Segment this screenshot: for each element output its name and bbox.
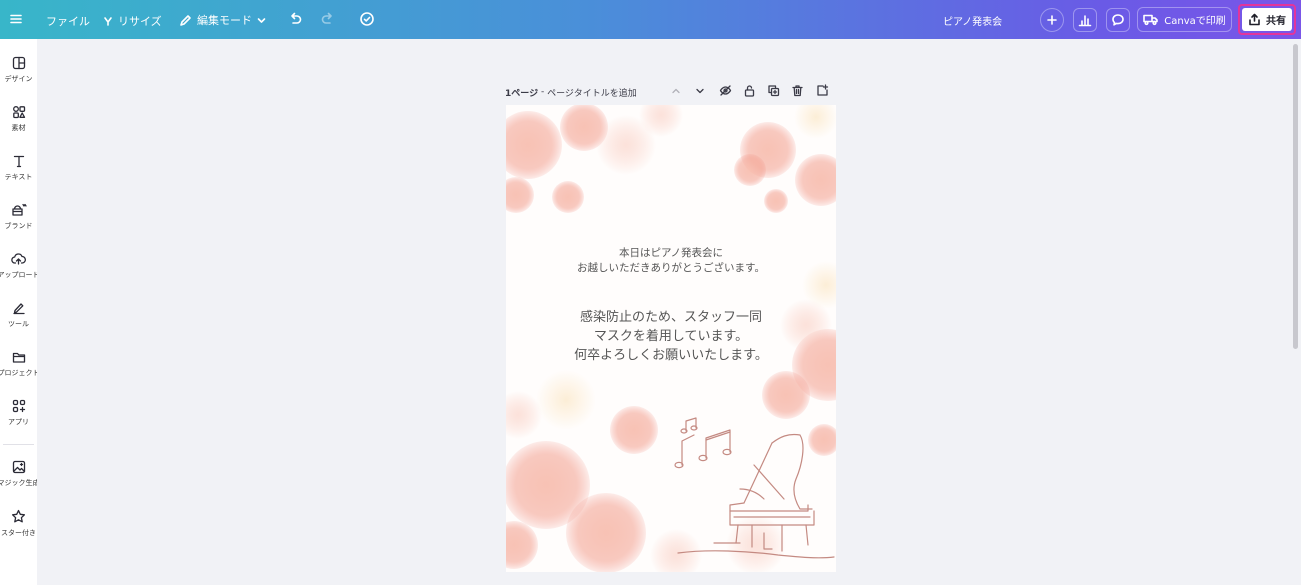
file-menu-label: ファイル	[46, 15, 90, 28]
resize-button[interactable]: リサイズ	[103, 13, 162, 29]
sidebar-item-label: アップロード	[0, 271, 37, 279]
file-menu-button[interactable]: ファイル	[46, 13, 90, 29]
add-collaborator-button[interactable]	[1040, 7, 1064, 32]
star-icon	[11, 509, 26, 523]
folder-icon	[12, 352, 25, 363]
resize-icon	[104, 17, 112, 26]
print-label: Canvaで印刷	[1164, 16, 1226, 27]
sidebar-item-label: ツール	[8, 320, 29, 328]
design-canvas-page[interactable]: 本日はピアノ発表会に お越しいただきありがとうございます。 感染防止のため、スタ…	[506, 105, 836, 572]
chevron-down-icon	[257, 17, 266, 23]
magic-image-icon	[12, 460, 25, 474]
truck-icon	[1143, 14, 1159, 26]
pencil-icon	[180, 14, 191, 26]
document-title[interactable]: ピアノ発表会	[943, 13, 1002, 28]
chevron-up-icon[interactable]	[670, 85, 682, 100]
page-header: 1ページ - ページタイトルを追加	[505, 84, 836, 100]
upload-cloud-icon	[11, 253, 26, 265]
sidebar-item-design[interactable]: デザイン	[0, 52, 37, 100]
sidebar-item-label: ブランド	[4, 222, 33, 230]
chevron-down-icon[interactable]	[694, 85, 706, 100]
apps-icon	[12, 399, 25, 413]
share-button[interactable]: 共有	[1238, 4, 1296, 35]
sidebar-item-label: スター付き	[1, 529, 36, 537]
cloud-check-icon[interactable]	[359, 11, 375, 27]
piano-line-art[interactable]	[674, 403, 836, 572]
sidebar-item-label: デザイン	[4, 75, 33, 83]
undo-icon[interactable]	[288, 11, 303, 26]
duplicate-icon[interactable]	[767, 84, 780, 100]
notice-line-3: 何卒よろしくお願いいたします。	[574, 348, 768, 363]
add-page-icon[interactable]	[816, 84, 829, 100]
hamburger-icon[interactable]	[9, 12, 23, 26]
sidebar-item-label: テキスト	[4, 173, 33, 181]
print-with-canva-button[interactable]: Canvaで印刷	[1137, 7, 1232, 32]
left-sidebar: デザイン 素材 テキスト ブランド アップロード ツール プロジェクト アプリ …	[0, 39, 37, 585]
bar-chart-icon	[1078, 14, 1092, 26]
share-upload-icon	[1249, 13, 1260, 26]
page-number-label: 1ページ	[505, 88, 539, 99]
resize-label: リサイズ	[118, 15, 162, 28]
sidebar-item-text[interactable]: テキスト	[0, 150, 37, 198]
notice-text-box[interactable]: 感染防止のため、スタッフ一同 マスクを着用しています。 何卒よろしくお願いいたし…	[506, 308, 836, 365]
edit-mode-dropdown[interactable]: 編集モード	[179, 12, 266, 28]
sidebar-item-starred[interactable]: スター付き	[0, 505, 37, 553]
text-icon	[13, 155, 24, 168]
notice-line-2: マスクを着用しています。	[593, 329, 749, 344]
insights-button[interactable]	[1073, 7, 1097, 32]
sidebar-item-apps[interactable]: アプリ	[0, 395, 37, 443]
sidebar-item-projects[interactable]: プロジェクト	[0, 346, 37, 394]
vertical-scrollbar[interactable]	[1293, 44, 1298, 349]
sidebar-item-magic-media[interactable]: マジック生成	[0, 456, 37, 504]
sidebar-item-tools[interactable]: ツール	[0, 297, 37, 345]
elements-icon	[12, 106, 25, 119]
greeting-line-2: お越しいただきありがとうございます。	[577, 262, 765, 274]
share-label: 共有	[1266, 16, 1286, 27]
hide-page-icon[interactable]	[719, 84, 732, 100]
plus-icon	[1047, 14, 1057, 25]
greeting-line-1: 本日はピアノ発表会に	[618, 247, 724, 259]
sidebar-item-label: アプリ	[8, 418, 29, 426]
layout-icon	[12, 56, 25, 70]
sidebar-item-label: 素材	[11, 124, 26, 132]
sidebar-item-label: プロジェクト	[0, 369, 37, 377]
trash-icon[interactable]	[791, 84, 804, 100]
lock-icon[interactable]	[743, 84, 756, 100]
greeting-text-box[interactable]: 本日はピアノ発表会に お越しいただきありがとうございます。	[506, 246, 836, 276]
notice-line-1: 感染防止のため、スタッフ一同	[579, 310, 762, 325]
brand-icon	[11, 203, 27, 216]
edit-mode-label: 編集モード	[197, 14, 252, 27]
draw-tool-icon	[12, 303, 25, 315]
sidebar-item-upload[interactable]: アップロード	[0, 248, 37, 296]
comment-icon	[1112, 13, 1124, 26]
page-title-input[interactable]: ページタイトルを追加	[547, 86, 637, 99]
share-button-inner: 共有	[1242, 8, 1292, 31]
page-title-separator: -	[538, 87, 548, 97]
sidebar-divider	[3, 444, 34, 445]
redo-icon[interactable]	[320, 11, 335, 26]
sidebar-item-label: マジック生成	[0, 479, 37, 487]
top-toolbar: ファイル リサイズ 編集モード ピアノ発表会 Canvaで印刷 共有	[0, 0, 1301, 39]
sidebar-item-elements[interactable]: 素材	[0, 101, 37, 149]
sidebar-item-brand[interactable]: ブランド	[0, 199, 37, 247]
comment-button[interactable]	[1106, 7, 1130, 32]
